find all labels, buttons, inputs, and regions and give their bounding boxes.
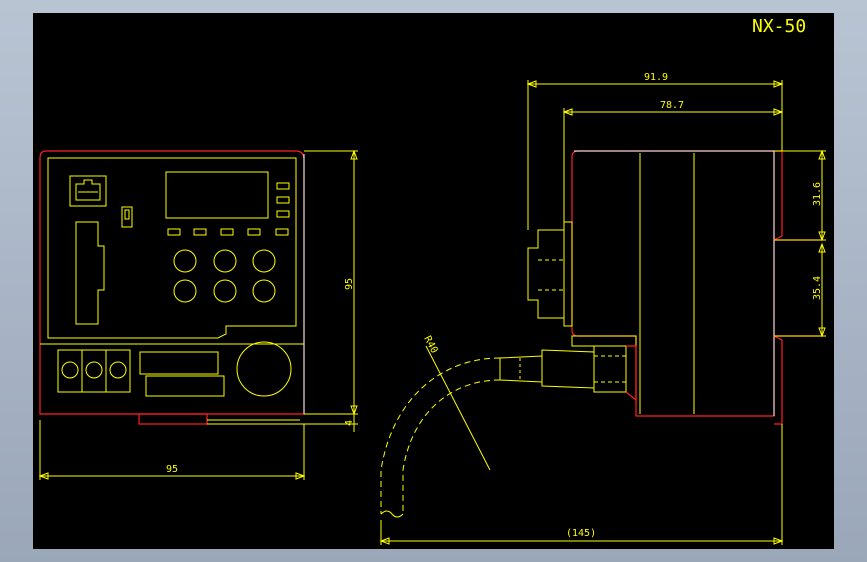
- led-4: [247, 228, 261, 236]
- led-2: [193, 228, 207, 236]
- rj-jack-port: [75, 179, 101, 201]
- cable-outer: [380, 357, 501, 514]
- label-plate-upper: [139, 351, 219, 375]
- gland-edge: [625, 345, 637, 402]
- led-1: [167, 228, 181, 236]
- led-3: [220, 228, 234, 236]
- terminal-screw-2: [85, 361, 103, 379]
- dip-switch-lever: [124, 209, 130, 220]
- indicator-3: [276, 210, 290, 218]
- terminal-screw-3: [109, 361, 127, 379]
- dim-base-offset: 4: [344, 420, 355, 426]
- led-5: [275, 228, 289, 236]
- cable-inner: [402, 379, 501, 514]
- terminal-screw-1: [61, 361, 79, 379]
- key-button-2: [213, 249, 237, 273]
- dim-cable-length: (145): [566, 528, 596, 539]
- key-button-5: [213, 279, 237, 303]
- key-button-3: [252, 249, 276, 273]
- dim-side-body: 78.7: [660, 100, 684, 111]
- large-knob: [236, 341, 292, 397]
- dim-upper-section: 31.6: [812, 182, 823, 206]
- radius-leader: [425, 345, 491, 471]
- display-window: [165, 171, 269, 219]
- dim-front-height: 95: [344, 278, 355, 290]
- dim-side-total: 91.9: [644, 72, 668, 83]
- key-button-4: [173, 279, 197, 303]
- dim-lower-section: 35.4: [812, 276, 823, 300]
- front-foot: [138, 413, 208, 425]
- key-button-6: [252, 279, 276, 303]
- side-connector: [75, 221, 105, 325]
- front-body-outline: [39, 150, 305, 415]
- lower-housing: [571, 335, 637, 347]
- indicator-1: [276, 182, 290, 190]
- cable-break: [380, 510, 404, 518]
- cad-drawing: NX-50 95 95 4 31.6 35.4 R40 91.9 78.7 (1…: [38, 16, 826, 545]
- cable-strain-relief: [499, 349, 595, 389]
- terminal-block: [57, 349, 131, 393]
- side-view: 31.6 35.4 R40 91.9 78.7 (145): [379, 72, 826, 545]
- drawing-title: NX-50: [752, 16, 806, 37]
- cable-gland: [593, 345, 627, 393]
- front-panel-outline: [47, 157, 297, 339]
- key-button-1: [173, 249, 197, 273]
- side-body-outline: [571, 150, 775, 417]
- indicator-2: [276, 196, 290, 204]
- dim-bend-radius: R40: [421, 334, 439, 355]
- front-view: 95 95 4: [38, 149, 358, 480]
- side-connector-stub: [527, 221, 573, 327]
- label-plate-lower: [145, 375, 225, 397]
- dim-front-width: 95: [166, 464, 178, 475]
